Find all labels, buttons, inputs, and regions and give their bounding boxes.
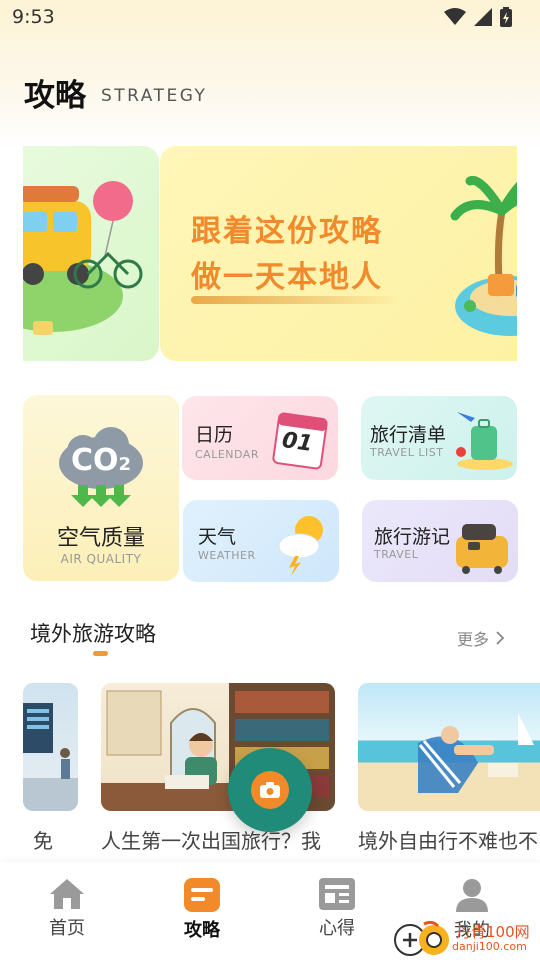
home-icon (50, 879, 84, 909)
suitcase-plane-icon (456, 412, 513, 470)
banner-carousel[interactable]: 跟着这份攻略 做一天本地人 (23, 146, 517, 361)
weather-sun-cloud-icon (278, 516, 323, 576)
watermark-logo-icon (394, 920, 449, 956)
tool-travel-list[interactable]: 旅行清单 TRAVEL LIST (361, 396, 517, 480)
travel-notes-title: 旅行游记 (374, 526, 451, 548)
calendar-day: 01 (280, 427, 315, 458)
watermark: 丹青100网 danji100.com (392, 918, 530, 958)
banner-slide-prev[interactable] (23, 146, 159, 361)
strategy-icon (184, 878, 220, 912)
status-time: 9:53 (12, 6, 55, 28)
section-indicator (93, 651, 108, 656)
battery-icon (500, 7, 512, 27)
airport-illustration (23, 703, 78, 811)
island-illustration (450, 175, 517, 336)
section-title: 境外旅游攻略 (30, 622, 156, 646)
more-label: 更多 (457, 630, 490, 649)
notes-icon (319, 878, 355, 910)
tool-weather[interactable]: 天气 WEATHER (183, 500, 339, 582)
chevron-right-icon (496, 631, 505, 645)
camera-fab-button[interactable] (228, 748, 312, 832)
travel-list-title: 旅行清单 (370, 424, 447, 446)
travel-list-sub: TRAVEL LIST (370, 446, 444, 459)
banner-slide-current[interactable]: 跟着这份攻略 做一天本地人 (160, 146, 517, 361)
signal-icon (474, 8, 492, 26)
tool-air-quality[interactable]: CO2 空气质量 AIR QUALITY (23, 395, 179, 581)
wifi-icon (444, 8, 466, 25)
camera-fab-inner (251, 771, 289, 809)
nav-label-home: 首页 (49, 918, 85, 939)
article-image (358, 683, 540, 811)
article-title: 人生第一次出国旅行？我 (101, 829, 321, 853)
article-title: 免 (33, 829, 53, 853)
co2-text: CO (70, 443, 119, 478)
tool-travel-notes[interactable]: 旅行游记 TRAVEL (362, 500, 518, 582)
status-bar: 9:53 (0, 0, 540, 36)
more-link[interactable]: 更多 (457, 626, 505, 650)
status-icons (444, 7, 512, 27)
air-quality-title: 空气质量 (56, 526, 145, 551)
watermark-text: 丹青100网 (456, 922, 530, 941)
profile-icon (456, 879, 488, 912)
nav-label-strategy: 攻略 (184, 920, 220, 941)
watermark-sub: danji100.com (452, 939, 527, 953)
nav-label-notes: 心得 (319, 918, 355, 939)
page-title: 攻略 (24, 78, 86, 114)
calendar-sub: CALENDAR (195, 448, 259, 461)
banner-line-2: 做一天本地人 (191, 260, 383, 295)
watermark-text-block: 丹青100网 danji100.com (452, 924, 530, 953)
van-illustration (23, 181, 143, 335)
travel-notes-sub: TRAVEL (374, 548, 419, 561)
weather-sub: WEATHER (198, 549, 256, 562)
nav-item-strategy[interactable]: 攻略 (152, 878, 252, 942)
beach-illustration (418, 713, 534, 793)
luggage-icon (456, 524, 508, 574)
banner-line-1: 跟着这份攻略 (191, 214, 383, 249)
page-subtitle: STRATEGY (101, 86, 208, 106)
nav-item-notes[interactable]: 心得 (287, 878, 387, 940)
article-title: 境外自由行不难也不 (358, 829, 538, 853)
nav-item-home[interactable]: 首页 (17, 878, 117, 940)
camera-icon (260, 782, 280, 798)
banner-underline (191, 296, 401, 304)
tool-calendar[interactable]: 日历 CALENDAR 01 (182, 396, 338, 480)
weather-title: 天气 (198, 526, 237, 548)
calendar-title: 日历 (195, 424, 234, 446)
co2-label: CO2 (23, 443, 179, 478)
co2-subscript: 2 (118, 454, 132, 475)
air-quality-sub: AIR QUALITY (60, 552, 142, 566)
article-image (23, 683, 78, 811)
